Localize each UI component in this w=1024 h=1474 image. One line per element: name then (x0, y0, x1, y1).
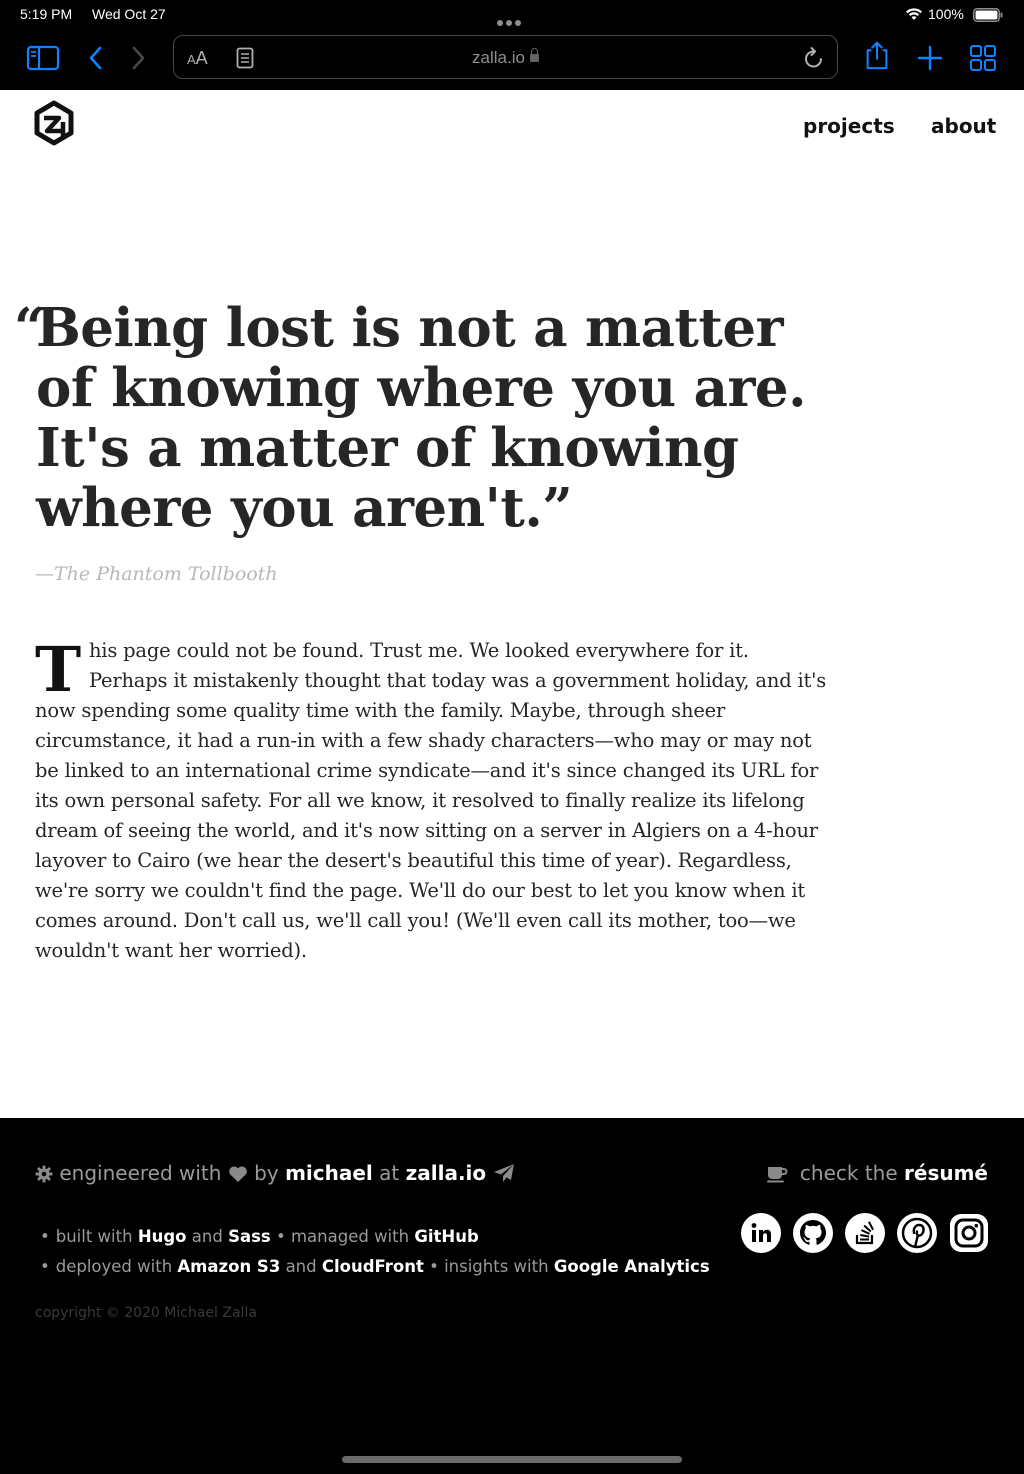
status-time: 5:19 PM (20, 6, 73, 22)
quote-attribution: —The Phantom Tollbooth (35, 563, 278, 585)
zalla-logo-icon[interactable] (33, 100, 75, 146)
sass-link[interactable]: Sass (228, 1227, 271, 1246)
github-icon[interactable] (792, 1213, 833, 1253)
social-links (734, 1213, 989, 1255)
url-field[interactable]: zalla.io (174, 48, 837, 68)
gear-icon (35, 1165, 53, 1183)
engineered-with-text: engineered with (59, 1161, 222, 1185)
github-link[interactable]: GitHub (414, 1227, 478, 1246)
multitasking-dots-icon[interactable] (497, 11, 527, 26)
hugo-link[interactable]: Hugo (138, 1227, 187, 1246)
paper-plane-icon[interactable] (493, 1163, 515, 1183)
amazon-s3-link[interactable]: Amazon S3 (177, 1257, 280, 1276)
heart-icon (228, 1166, 247, 1182)
quote: “Being lost is not a matter of knowing w… (14, 297, 836, 539)
pinterest-icon[interactable] (896, 1213, 937, 1253)
copyright: copyright © 2020 Michael Zalla (35, 1305, 257, 1321)
message-text: his page could not be found. Trust me. W… (35, 639, 827, 962)
page-content: projects about “Being lost is not a matt… (0, 90, 1024, 1118)
share-icon[interactable] (860, 40, 894, 70)
nav-about[interactable]: about (931, 114, 996, 138)
tabs-icon[interactable] (966, 42, 1000, 72)
status-bar: 5:19 PM Wed Oct 27 100% (0, 0, 1024, 30)
drop-cap: T (35, 633, 81, 706)
home-indicator[interactable] (342, 1456, 682, 1463)
back-icon[interactable] (80, 42, 114, 72)
resume-link[interactable]: check the résumé (766, 1161, 988, 1185)
coffee-icon (766, 1167, 788, 1183)
instagram-icon[interactable] (949, 1213, 989, 1253)
author-link[interactable]: michael (285, 1161, 373, 1185)
cloudfront-link[interactable]: CloudFront (322, 1257, 424, 1276)
quote-text: Being lost is not a matter of knowing wh… (36, 297, 807, 539)
open-quote-mark: “ (14, 297, 45, 359)
status-date: Wed Oct 27 (92, 6, 166, 22)
sidebar-icon[interactable] (26, 42, 60, 72)
stackoverflow-icon[interactable] (844, 1213, 885, 1253)
footer-credit: engineered with by michael at zalla.io (35, 1161, 515, 1185)
battery-icon (973, 8, 1003, 22)
url-text: zalla.io (472, 48, 525, 67)
reload-icon[interactable] (803, 46, 825, 70)
wifi-icon (906, 8, 922, 20)
by-text: by (254, 1161, 279, 1185)
battery-percentage: 100% (928, 6, 964, 22)
not-found-message: This page could not be found. Trust me. … (35, 636, 830, 966)
resume-prefix: check the (799, 1161, 898, 1185)
site-link[interactable]: zalla.io (406, 1161, 487, 1185)
at-text: at (379, 1161, 400, 1185)
tech-line-2: • deployed with Amazon S3 and CloudFront … (40, 1257, 710, 1276)
lock-icon (529, 48, 539, 62)
new-tab-icon[interactable] (913, 42, 947, 72)
tech-stack: • built with Hugo and Sass • managed with… (40, 1222, 710, 1282)
google-analytics-link[interactable]: Google Analytics (554, 1257, 710, 1276)
address-bar[interactable]: AA zalla.io (173, 35, 838, 79)
footer: engineered with by michael at zalla.io c… (0, 1118, 1024, 1474)
browser-toolbar: AA zalla.io (0, 30, 1024, 90)
linkedin-icon[interactable] (740, 1213, 781, 1253)
tech-line-1: • built with Hugo and Sass • managed with… (40, 1227, 479, 1246)
resume-link-text[interactable]: résumé (904, 1161, 988, 1185)
forward-icon[interactable] (122, 42, 156, 72)
nav-projects[interactable]: projects (803, 114, 895, 138)
